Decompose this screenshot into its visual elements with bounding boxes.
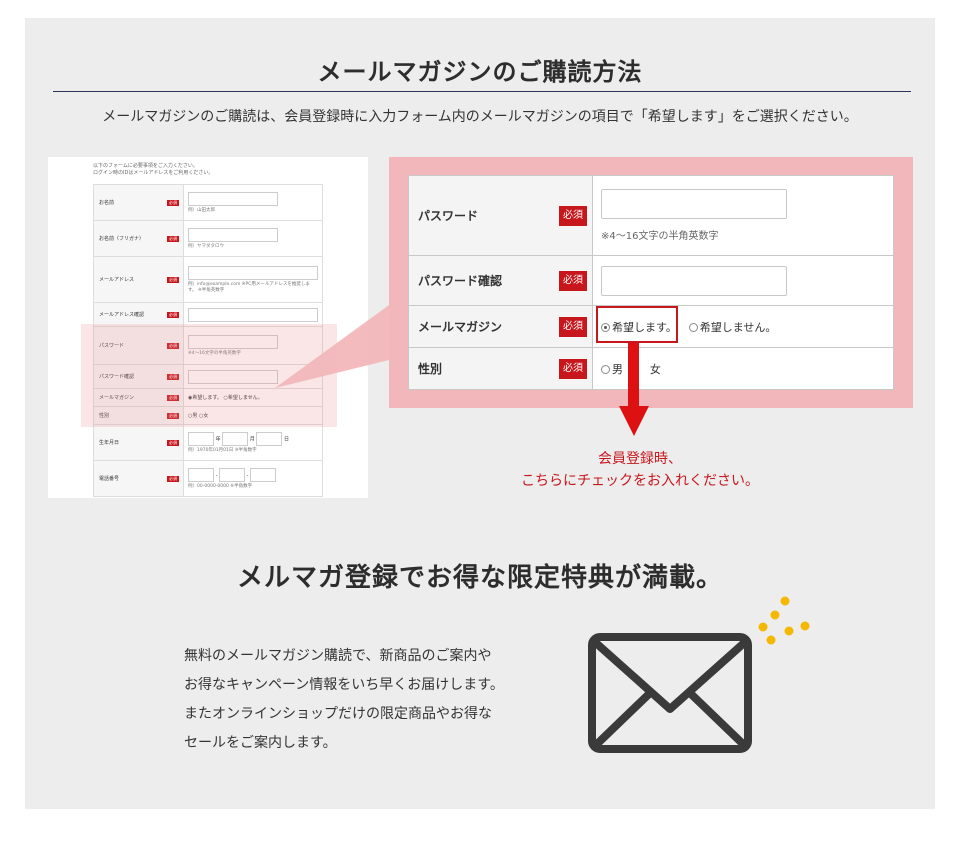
title-divider — [53, 91, 911, 92]
field-unit: 月 — [249, 436, 255, 443]
section-title: メールマガジンのご購読方法 — [317, 58, 643, 86]
password-hint: ※4〜16文字の半角英数字 — [601, 231, 719, 242]
field-separator: - — [215, 472, 218, 479]
table-row: メールアドレス確認 必須 — [93, 302, 323, 327]
name-input[interactable] — [188, 192, 278, 206]
gender-label: 性別 — [418, 362, 443, 376]
table-row: 生年月日 必須 年 月 日 例）1970年01月01日 ※半角数字 — [93, 424, 323, 461]
radio-icon[interactable] — [688, 322, 698, 332]
field-label: お名前 — [99, 200, 115, 206]
field-separator: - — [246, 472, 249, 479]
form-note: 以下のフォームに必要事項をご入力ください。 ログイン時のIDはメールアドレスをご… — [93, 163, 213, 177]
phone-part-input[interactable] — [188, 468, 214, 482]
required-badge: 必須 — [559, 270, 587, 291]
field-label: 生年月日 — [99, 440, 120, 446]
required-badge: 必須 — [559, 205, 587, 226]
phone-part-input[interactable] — [250, 468, 276, 482]
intro-text: メールマガジンのご購読は、会員登録時に入力フォーム内のメールマガジンの項目で「希… — [102, 109, 858, 125]
newsletter-option-yes[interactable]: 希望します。 — [601, 321, 677, 334]
required-badge: 必須 — [559, 358, 587, 379]
birth-day-input[interactable] — [256, 432, 283, 446]
field-unit: 日 — [284, 436, 290, 443]
benefits-title: メルマガ登録でお得な限定特典が満載。 — [236, 563, 723, 593]
required-badge: 必須 — [167, 276, 179, 283]
callout-line: 会員登録時、 — [598, 451, 682, 467]
kana-input[interactable] — [188, 228, 278, 242]
birth-year-input[interactable] — [188, 432, 214, 446]
password-confirm-input[interactable] — [601, 265, 787, 296]
gender-option-male[interactable]: 男 — [601, 363, 623, 376]
table-row: メールアドレス 必須 例）info@example.com ※PC用メールアドレス… — [93, 256, 323, 303]
newsletter-label: メールマガジン — [418, 320, 503, 334]
table-row: 性別 必須 男 女 — [408, 347, 894, 390]
zoomed-form-table: パスワード 必須 ※4〜16文字の半角英数字 パスワード確認 必須 メールマガジン必… — [408, 175, 894, 390]
option-label: 希望します。 — [612, 320, 677, 334]
field-label: お名前（フリガナ） — [99, 236, 145, 242]
callout-line: こちらにチェックをお入れください。 — [521, 473, 759, 489]
field-example: 例）1970年01月01日 ※半角数字 — [188, 448, 257, 453]
arrow-down-icon — [628, 343, 639, 408]
table-row: パスワード確認 必須 — [408, 255, 894, 306]
radio-selected-icon[interactable] — [601, 322, 610, 332]
email-input[interactable] — [188, 266, 318, 280]
newsletter-option-no[interactable]: 希望しません。 — [688, 320, 777, 334]
option-label: 女 — [649, 362, 661, 376]
phone-part-input[interactable] — [219, 468, 245, 482]
option-label: 希望しません。 — [699, 320, 777, 334]
gender-option-female[interactable]: 女 — [639, 363, 661, 376]
description-line: お得なキャンペーン情報をいち早くお届けします。 — [184, 677, 504, 693]
password-label: パスワード — [418, 209, 479, 223]
benefits-description: 無料のメールマガジン購読で、新商品のご案内や お得なキャンペーン情報をいち早くお… — [184, 642, 564, 758]
option-label: 男 — [612, 362, 623, 376]
field-example: 例）山田太郎 — [188, 208, 215, 213]
required-badge: 必須 — [167, 439, 179, 446]
radio-icon[interactable] — [601, 364, 610, 374]
birth-month-input[interactable] — [222, 432, 249, 446]
field-label: 電話番号 — [99, 476, 120, 482]
field-label: メールアドレス確認 — [99, 312, 145, 318]
envelope-icon — [588, 633, 752, 753]
table-row: パスワード 必須 ※4〜16文字の半角英数字 — [408, 175, 894, 256]
field-example: 例）00-0000-0000 ※半角数字 — [188, 484, 253, 489]
arrow-down-icon-head — [619, 406, 649, 436]
zoomed-form-panel: パスワード 必須 ※4〜16文字の半角英数字 パスワード確認 必須 メールマガジン必… — [389, 157, 913, 408]
sparkle-dots-icon — [758, 596, 810, 645]
field-example: 例）ヤマダタロウ — [188, 244, 224, 249]
description-line: セールをご案内します。 — [184, 735, 337, 751]
required-badge: 必須 — [559, 316, 587, 337]
table-row: お名前（フリガナ） 必須 例）ヤマダタロウ — [93, 220, 323, 257]
email-confirm-input[interactable] — [188, 307, 318, 322]
description-line: 無料のメールマガジン購読で、新商品のご案内や — [184, 648, 492, 664]
field-example: 例）info@example.com ※PC用メールアドレスを推奨します。 ※半… — [188, 282, 310, 293]
table-row: メールマガジン 必須 希望します。 希望しません。 — [408, 305, 894, 348]
table-row: 電話番号 必須 - - 例）00-0000-0000 ※半角数字 — [93, 460, 323, 497]
required-badge: 必須 — [167, 235, 179, 242]
table-row: お名前 必須 例）山田太郎 — [93, 184, 323, 221]
thumbnail-highlight — [81, 324, 337, 427]
required-badge: 必須 — [167, 475, 179, 482]
form-note-line: ログイン時のIDはメールアドレスをご利用ください。 — [93, 170, 214, 176]
field-unit: 年 — [215, 436, 221, 443]
required-badge: 必須 — [167, 199, 179, 206]
password-input[interactable] — [601, 189, 787, 219]
required-badge: 必須 — [167, 311, 179, 318]
description-line: またオンラインショップだけの限定商品やお得な — [184, 706, 492, 722]
callout-text: 会員登録時、 こちらにチェックをお入れください。 — [440, 448, 840, 492]
form-note-line: 以下のフォームに必要事項をご入力ください。 — [93, 163, 198, 169]
password-confirm-label: パスワード確認 — [418, 274, 503, 288]
field-label: メールアドレス — [99, 277, 135, 283]
